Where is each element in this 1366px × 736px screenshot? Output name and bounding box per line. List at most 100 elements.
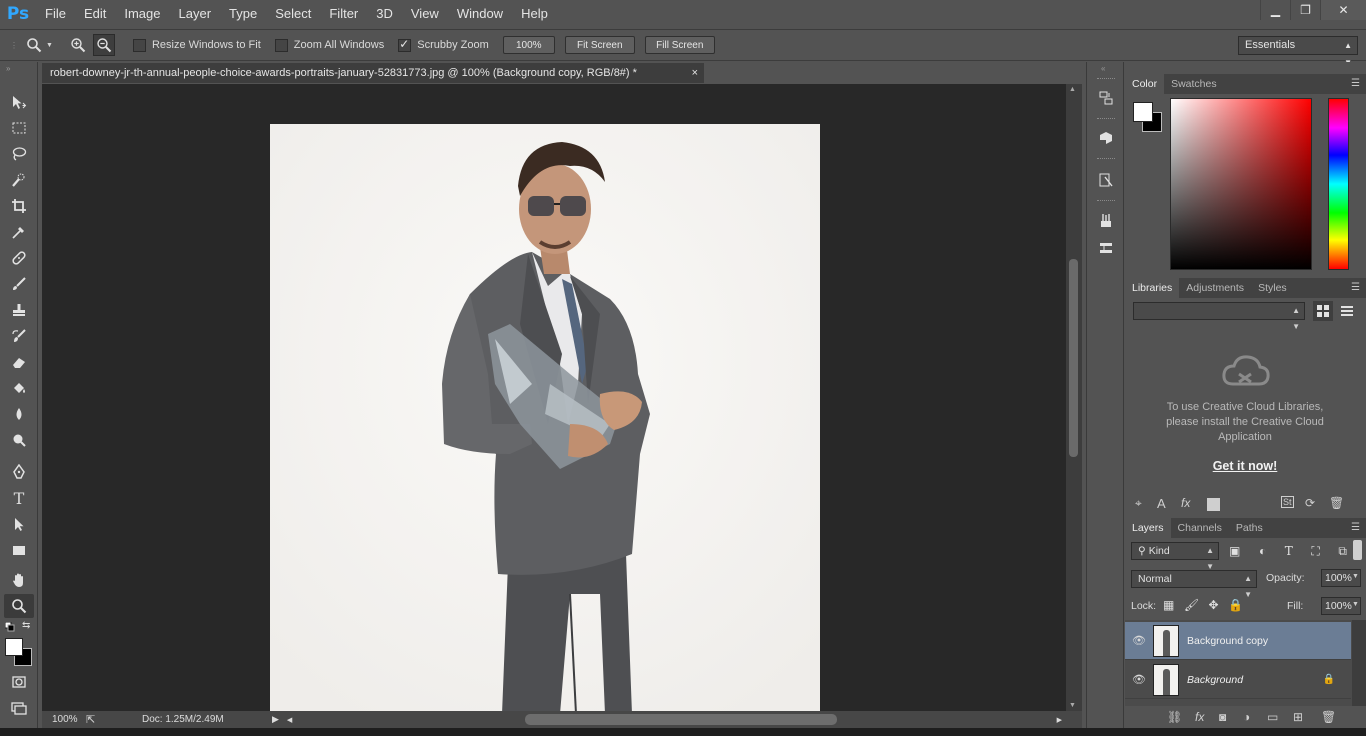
eyedropper-tool-icon[interactable] (4, 220, 34, 244)
type-filter-icon[interactable]: T (1285, 544, 1293, 558)
library-select[interactable]: ▲ ▼ (1133, 302, 1305, 331)
layer-name[interactable]: Background (1187, 674, 1243, 686)
chevron-down-icon[interactable]: ▼ (1352, 601, 1359, 608)
stock-icon[interactable]: St (1281, 496, 1294, 508)
list-view-icon[interactable] (1337, 301, 1357, 321)
layer-filter-kind[interactable]: ⚲ Kind ▲ ▼ (1131, 542, 1219, 571)
workspace-select[interactable]: Essentials▲▼ (1238, 36, 1358, 67)
dodge-tool-icon[interactable] (4, 428, 34, 452)
menu-type[interactable]: Type (220, 0, 266, 28)
path-selection-tool-icon[interactable] (4, 512, 34, 536)
history-panel-icon[interactable] (1092, 86, 1120, 110)
scroll-up-icon[interactable]: ▲ (1069, 86, 1076, 93)
blend-mode-select[interactable]: Normal ▲ ▼ (1131, 570, 1257, 599)
document-tab[interactable]: robert-downey-jr-th-annual-people-choice… (42, 63, 704, 83)
screen-mode-icon[interactable] (4, 696, 34, 720)
tab-paths[interactable]: Paths (1229, 518, 1270, 538)
layers-scrollbar[interactable] (1352, 620, 1366, 706)
tab-libraries[interactable]: Libraries (1125, 278, 1180, 298)
paint-bucket-tool-icon[interactable] (4, 376, 34, 400)
brush-panel-icon[interactable] (1092, 208, 1120, 232)
shape-filter-icon[interactable]: ⛶ (1311, 544, 1319, 559)
3d-panel-icon[interactable] (1092, 126, 1120, 150)
quick-mask-icon[interactable] (4, 670, 34, 694)
delete-layer-icon[interactable]: 🗑 (1321, 710, 1336, 724)
menu-3d[interactable]: 3D (367, 0, 402, 28)
visibility-eye-icon[interactable]: 👁 (1125, 673, 1153, 686)
close-button[interactable]: ✕ (1320, 0, 1366, 20)
panel-menu-icon[interactable]: ☰ (1351, 74, 1360, 94)
vertical-scroll-thumb[interactable] (1069, 259, 1078, 457)
eraser-tool-icon[interactable] (4, 350, 34, 374)
minimize-button[interactable]: ▁ (1260, 0, 1290, 20)
layer-row-background-copy[interactable]: 👁 Background copy (1125, 622, 1351, 660)
link-layers-icon[interactable]: ⛓ (1167, 710, 1182, 724)
zoom-all-checkbox[interactable] (274, 38, 288, 52)
type-tool-icon[interactable]: T (4, 486, 34, 510)
resize-windows-checkbox[interactable] (132, 38, 146, 52)
graphic-icon[interactable] (1207, 498, 1220, 511)
fill-screen-button[interactable]: Fill Screen (644, 36, 715, 54)
hand-tool-icon[interactable] (4, 568, 34, 592)
healing-brush-tool-icon[interactable] (4, 246, 34, 270)
scrubby-zoom-option[interactable]: Scrubby Zoom (398, 37, 489, 52)
foreground-color-swatch[interactable] (5, 638, 23, 656)
quick-selection-tool-icon[interactable] (4, 168, 34, 192)
share-icon[interactable]: ⇱ (86, 713, 142, 726)
pixel-filter-icon[interactable]: ▣ (1229, 544, 1240, 558)
brush-presets-icon[interactable] (1092, 236, 1120, 260)
smart-object-filter-icon[interactable]: ⧉ (1338, 544, 1347, 559)
menu-select[interactable]: Select (266, 0, 320, 28)
tab-color[interactable]: Color (1125, 74, 1165, 94)
adjustment-filter-icon[interactable]: ◐ (1259, 544, 1266, 558)
zoom-in-icon[interactable] (67, 34, 89, 56)
scroll-down-icon[interactable]: ▼ (1069, 702, 1076, 709)
menu-view[interactable]: View (402, 0, 448, 28)
close-document-icon[interactable]: × (692, 63, 698, 83)
menu-edit[interactable]: Edit (75, 0, 115, 28)
layer-style-icon[interactable]: fx (1181, 496, 1190, 510)
history-brush-tool-icon[interactable] (4, 324, 34, 348)
canvas-area[interactable] (42, 84, 1066, 711)
tab-channels[interactable]: Channels (1171, 518, 1229, 538)
zoom-out-icon[interactable] (92, 34, 115, 56)
marquee-tool-icon[interactable] (4, 116, 34, 140)
zoom-all-windows-option[interactable]: Zoom All Windows (274, 38, 384, 52)
status-menu-icon[interactable]: ▶ (272, 714, 279, 725)
add-mask-icon[interactable]: ◙ (1219, 710, 1226, 724)
grid-view-icon[interactable] (1313, 301, 1333, 321)
blur-tool-icon[interactable] (4, 402, 34, 426)
default-colors-icon[interactable] (4, 621, 15, 635)
layer-row-background[interactable]: 👁 Background 🔒 (1125, 661, 1351, 699)
zoom-tool-preset-icon[interactable]: ▼ (26, 37, 53, 53)
swap-colors-icon[interactable]: ⇆ (22, 620, 30, 631)
rectangle-tool-icon[interactable] (4, 538, 34, 562)
lock-all-icon[interactable]: 🔒 (1228, 598, 1243, 614)
layer-name[interactable]: Background copy (1187, 635, 1268, 647)
menu-file[interactable]: File (36, 0, 75, 28)
sync-icon[interactable]: ⟳ (1305, 496, 1315, 510)
pen-tool-icon[interactable] (4, 460, 34, 484)
add-layer-style-icon[interactable]: fx (1195, 710, 1204, 724)
scrubby-zoom-checkbox[interactable] (398, 37, 412, 52)
color-spectrum-field[interactable] (1170, 98, 1312, 270)
menu-layer[interactable]: Layer (170, 0, 221, 28)
menu-filter[interactable]: Filter (320, 0, 367, 28)
menu-image[interactable]: Image (115, 0, 169, 28)
get-it-now-link[interactable]: Get it now! (1185, 459, 1305, 473)
chevron-down-icon[interactable]: ▼ (1352, 573, 1359, 580)
new-adjustment-layer-icon[interactable]: ◑ (1243, 710, 1250, 724)
collapse-dock-icon[interactable]: « (1101, 64, 1105, 73)
panel-menu-icon[interactable]: ☰ (1351, 518, 1360, 538)
brush-tool-icon[interactable] (4, 272, 34, 296)
filter-toggle[interactable] (1353, 540, 1362, 560)
scroll-right-icon[interactable]: ▶ (1057, 716, 1062, 724)
document-image[interactable] (270, 124, 820, 711)
visibility-eye-icon[interactable]: 👁 (1125, 634, 1153, 647)
text-style-icon[interactable]: A (1157, 496, 1166, 511)
tab-adjustments[interactable]: Adjustments (1179, 278, 1251, 298)
crop-tool-icon[interactable] (4, 194, 34, 218)
move-tool-icon[interactable] (4, 90, 34, 114)
zoom-tool-icon[interactable] (4, 594, 34, 618)
menu-window[interactable]: Window (448, 0, 512, 28)
